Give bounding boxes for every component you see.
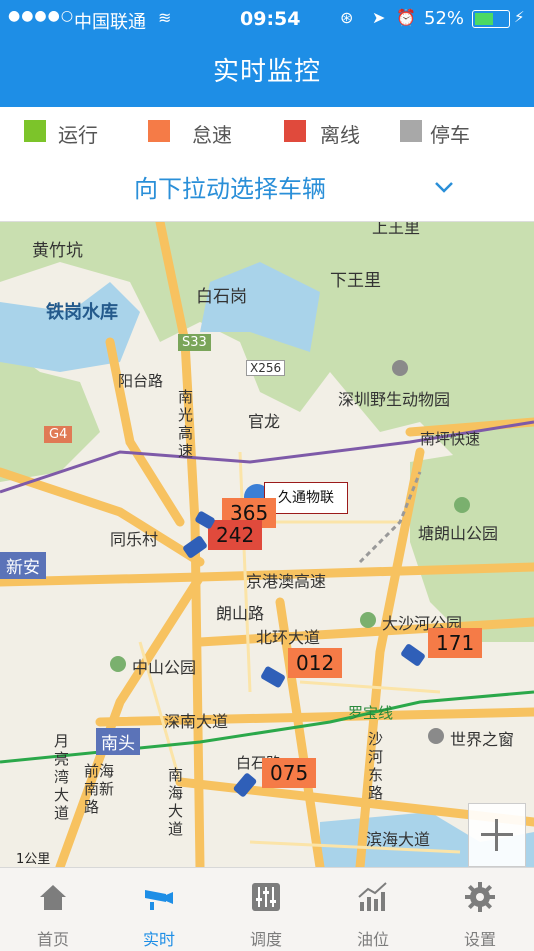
chart-icon: [358, 882, 387, 911]
map-label: 白石岗: [196, 287, 247, 307]
camera-icon: [145, 890, 173, 910]
map-label: 南海大道: [168, 766, 184, 838]
lock-rotation-icon: ⊛: [340, 8, 354, 27]
battery-icon: [472, 10, 510, 28]
tab-bar: 首页 实时 调度 油位 设置: [0, 867, 534, 951]
map-label: 朗山路: [216, 604, 265, 623]
map-label: G4: [44, 426, 73, 443]
alarm-icon: ⏰: [396, 8, 416, 27]
map-label: 新安: [0, 552, 46, 579]
time-label: 09:54: [240, 8, 301, 30]
legend-item-idling: 怠速: [148, 119, 258, 147]
legend-swatch-idling: [148, 120, 170, 142]
map-label: S33: [178, 334, 211, 351]
wifi-icon: ≋: [158, 8, 172, 27]
tab-label: 首页: [36, 930, 69, 949]
legend-item-running: 运行: [24, 119, 134, 147]
company-label[interactable]: 久通物联: [264, 482, 348, 514]
signal-icon: ●●●●○: [8, 8, 75, 24]
legend-label: 停车: [430, 123, 470, 147]
vehicle-tag-171[interactable]: 171: [428, 628, 483, 658]
map-label: 京港澳高速: [246, 572, 327, 591]
tab-home[interactable]: 首页: [0, 868, 106, 951]
zoom-in-button[interactable]: [468, 803, 526, 867]
legend-label: 运行: [58, 123, 98, 147]
map-label: 月亮湾大道: [54, 732, 70, 822]
legend-swatch-parked: [400, 120, 422, 142]
map-label: 前海南新路: [84, 762, 115, 816]
map-label: 罗宝线: [348, 704, 394, 722]
map-label: 铁岗水库: [46, 302, 118, 323]
vehicle-tag-012[interactable]: 012: [288, 648, 343, 678]
map-label: 下王里: [330, 271, 381, 291]
location-icon: ➤: [372, 8, 386, 27]
sliders-icon: [252, 883, 280, 911]
tab-label: 设置: [463, 930, 496, 949]
tab-realtime[interactable]: 实时: [106, 868, 212, 951]
map-label: 深圳野生动物园: [338, 390, 451, 409]
map-label: 黄竹坑: [32, 241, 83, 261]
map-label: 南坪快速: [420, 430, 481, 448]
battery-percent: 52%: [424, 8, 465, 29]
map-label: 南头: [96, 728, 140, 755]
map-label: 北环大道: [256, 628, 321, 647]
home-icon: [40, 885, 66, 910]
map-label: 滨海大道: [366, 830, 431, 849]
legend-item-parked: 停车: [400, 119, 510, 147]
charging-icon: ⚡: [514, 8, 525, 26]
map-label: 南光高速: [178, 388, 194, 460]
status-legend: 运行 怠速 离线 停车: [0, 107, 534, 153]
tab-label: 油位: [356, 930, 389, 949]
tab-dispatch[interactable]: 调度: [213, 868, 319, 951]
map-label: 阳台路: [118, 372, 164, 390]
vehicle-selector-label: 向下拉动选择车辆: [134, 175, 326, 203]
vehicle-tag-242[interactable]: 242: [208, 520, 263, 550]
map-label: 官龙: [248, 412, 281, 431]
legend-swatch-offline: [284, 120, 306, 142]
map-label: 中山公园: [132, 658, 197, 677]
map-label: X256: [246, 360, 286, 376]
nav-bar: 实时监控: [0, 38, 534, 107]
map-scale: 1公里: [16, 852, 51, 867]
vehicle-tag-075[interactable]: 075: [262, 758, 317, 788]
legend-label: 离线: [320, 123, 360, 147]
page-title: 实时监控: [212, 57, 321, 87]
legend-label: 怠速: [192, 123, 232, 147]
status-bar: ●●●●○ 中国联通 ≋ 09:54 ⊛ ➤ ⏰ 52% ⚡: [0, 0, 534, 38]
map-label: 塘朗山公园: [418, 524, 499, 543]
gear-icon: [465, 882, 495, 912]
map-label: 沙河东路: [368, 730, 384, 802]
carrier-label: 中国联通: [74, 12, 146, 33]
legend-item-offline: 离线: [284, 119, 394, 147]
tab-label: 调度: [249, 930, 282, 949]
map-label: 同乐村: [110, 530, 159, 549]
chevron-down-icon[interactable]: [430, 173, 458, 201]
vehicle-selector[interactable]: 向下拉动选择车辆: [0, 153, 534, 222]
tab-settings[interactable]: 设置: [427, 868, 533, 951]
map-label: 深南大道: [164, 712, 229, 731]
map-view[interactable]: 黄竹坑 白石岗 下王里 铁岗水库 S33 X256 深圳野生动物园 G4 南坪快…: [0, 222, 534, 867]
tab-label: 实时: [142, 930, 175, 949]
map-label: 上王里: [372, 222, 421, 237]
map-label: 世界之窗: [450, 730, 515, 749]
tab-fuel[interactable]: 油位: [320, 868, 426, 951]
legend-swatch-running: [24, 120, 46, 142]
